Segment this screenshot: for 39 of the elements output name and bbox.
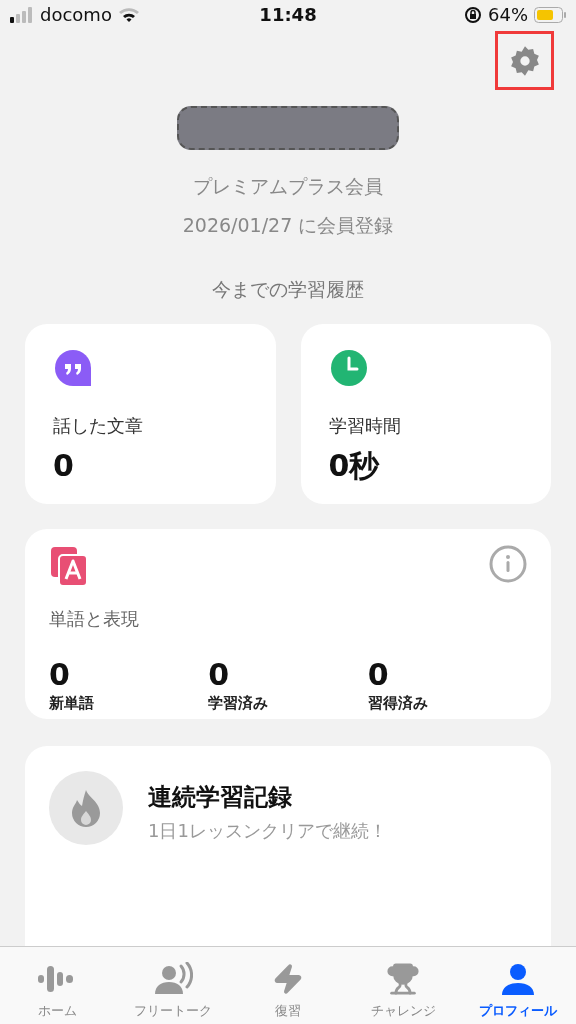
count-value: 0 bbox=[208, 657, 231, 692]
count-label: 習得済み bbox=[367, 692, 429, 714]
carrier-label: docomo bbox=[40, 3, 112, 28]
tab-item[interactable]: フリートーク bbox=[115, 947, 231, 1024]
letter-cards-icon bbox=[49, 544, 89, 587]
lightning-icon bbox=[272, 962, 304, 995]
info-icon[interactable] bbox=[489, 544, 527, 583]
signal-icon bbox=[10, 6, 34, 23]
stat-value: 0 bbox=[53, 446, 75, 485]
count-label: 学習済み bbox=[208, 692, 270, 714]
tab-item[interactable]: ホーム bbox=[0, 947, 116, 1024]
rotation-lock-icon bbox=[464, 5, 482, 24]
history-heading: 今までの学習履歴 bbox=[212, 277, 364, 303]
streak-title: 連続学習記録 bbox=[148, 782, 293, 813]
battery-percent: 64% bbox=[488, 3, 528, 28]
trophy-icon bbox=[386, 961, 421, 996]
wifi-icon bbox=[117, 6, 140, 23]
speaking-person-icon bbox=[152, 961, 193, 996]
settings-icon bbox=[508, 44, 541, 77]
count-value: 0 bbox=[367, 657, 390, 692]
membership-label: プレミアムプラス会員 bbox=[193, 174, 383, 200]
clock-time: 11:48 bbox=[259, 3, 317, 28]
stat-label: 話した文章 bbox=[53, 413, 144, 438]
streak-subtitle: 1日1レッスンクリアで継続！ bbox=[148, 819, 387, 843]
registration-date: 2026/01/27 に会員登録 bbox=[182, 212, 394, 238]
battery-icon bbox=[534, 6, 566, 23]
tab-item[interactable]: プロフィール bbox=[460, 947, 576, 1024]
stat-label: 学習時間 bbox=[328, 413, 402, 438]
flame-icon bbox=[71, 789, 101, 827]
clock-icon bbox=[328, 347, 369, 388]
vocabulary-title: 単語と表現 bbox=[49, 606, 140, 631]
settings-button[interactable] bbox=[495, 31, 554, 91]
tab-item[interactable]: 復習 bbox=[230, 947, 346, 1024]
tab-item[interactable]: チャレンジ bbox=[345, 947, 461, 1024]
stat-value: 0秒 bbox=[328, 446, 381, 485]
count-value: 0 bbox=[49, 657, 71, 692]
person-icon bbox=[501, 962, 536, 995]
quote-bubble-icon bbox=[53, 347, 93, 388]
count-label: 新単語 bbox=[49, 692, 95, 714]
